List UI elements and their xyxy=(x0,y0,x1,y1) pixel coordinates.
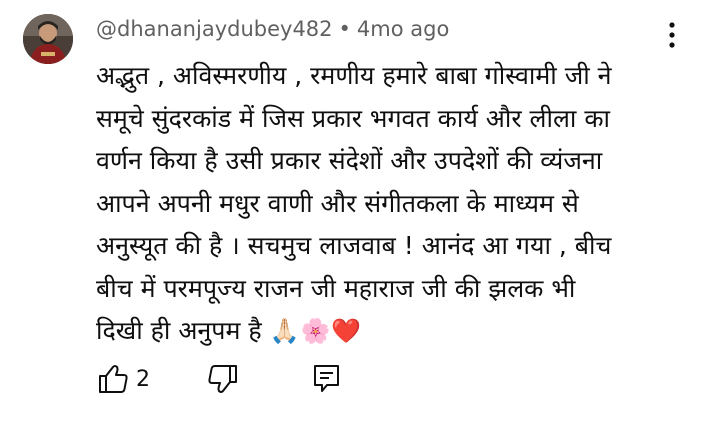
like-button[interactable]: 2 xyxy=(96,362,166,398)
comment-line: समूचे सुंदरकांड में जिस प्रकार भगवत कार्… xyxy=(96,103,610,133)
comment-line: वर्णन किया है उसी प्रकार संदेशों और उपदे… xyxy=(96,146,603,175)
avatar[interactable] xyxy=(23,14,73,64)
like-count: 2 xyxy=(136,367,150,392)
comment-timestamp[interactable]: 4mo ago xyxy=(357,17,449,41)
comment-line: आपने अपनी मधुर वाणी और संगीतकला के माध्य… xyxy=(96,188,579,218)
more-vert-icon xyxy=(669,22,675,48)
author-name[interactable]: @dhananjaydubey482 xyxy=(96,17,333,41)
header-separator: • xyxy=(338,17,351,41)
comment-line-text: दिखी ही अनुपम है xyxy=(96,316,270,345)
reply-comment-icon xyxy=(314,365,339,392)
comment-line: बीच में परमपूज्य राजन जी महाराज जी की झल… xyxy=(96,273,576,303)
comment-text: अद्भुत , अविस्मरणीय , रमणीय हमारे बाबा ग… xyxy=(96,55,696,353)
comment-line: अद्भुत , अविस्मरणीय , रमणीय हमारे बाबा ग… xyxy=(96,61,612,90)
thumb-down-icon xyxy=(208,365,237,393)
thumb-up-icon xyxy=(99,365,128,393)
more-options-button[interactable] xyxy=(660,18,684,52)
reply-button[interactable] xyxy=(310,362,344,398)
comment-line: अनुस्यूत की है । सचमुच लाजवाब ! आनंद आ ग… xyxy=(96,231,612,260)
comment-header: @dhananjaydubey482 • 4mo ago xyxy=(96,14,449,44)
dislike-button[interactable] xyxy=(206,362,240,398)
comment-thread: @dhananjaydubey482 • 4mo ago अद्भुत , अविस… xyxy=(0,0,714,421)
emoji-group: 🙏🏻🌸❤️ xyxy=(269,317,363,345)
comment-line-last: दिखी ही अनुपम है 🙏🏻🌸❤️ xyxy=(96,310,696,353)
